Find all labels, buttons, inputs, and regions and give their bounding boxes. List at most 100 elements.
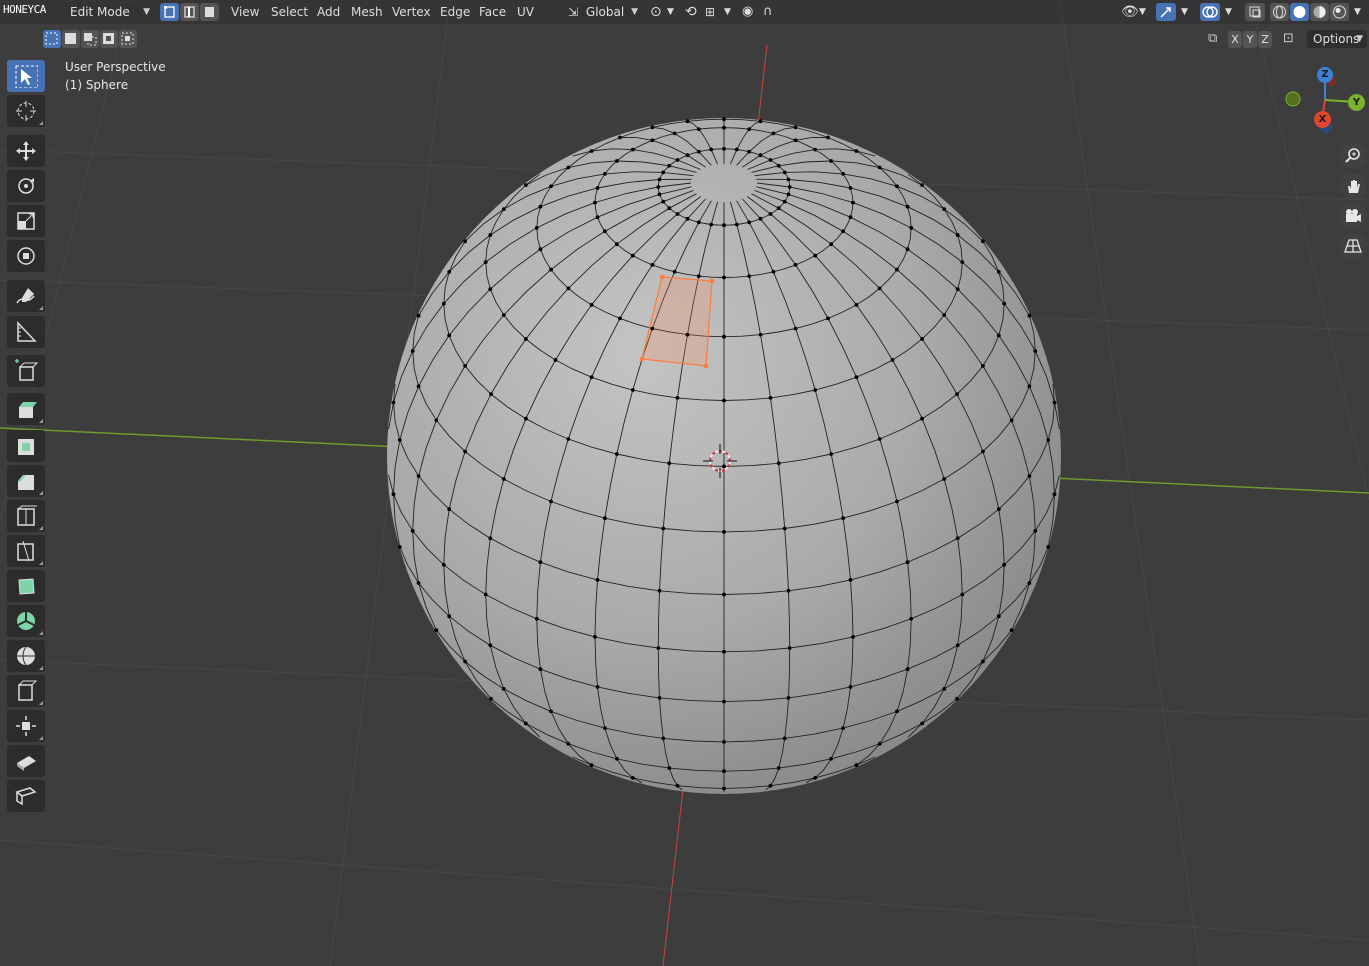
- mesh-vertex[interactable]: [1009, 628, 1014, 633]
- mesh-vertex[interactable]: [685, 216, 690, 221]
- mesh-vertex[interactable]: [942, 207, 947, 212]
- mesh-vertex[interactable]: [538, 204, 543, 209]
- mesh-vertex[interactable]: [614, 159, 619, 163]
- mirror-icon[interactable]: ⧉: [1208, 31, 1217, 46]
- mesh-vertex[interactable]: [813, 253, 818, 258]
- mesh-vertex[interactable]: [1002, 562, 1007, 567]
- menu-vertex[interactable]: Vertex: [392, 3, 431, 21]
- mesh-vertex[interactable]: [397, 545, 402, 549]
- mesh-vertex[interactable]: [877, 286, 882, 291]
- mesh-vertex[interactable]: [722, 530, 726, 534]
- edge-select-button[interactable]: [180, 3, 199, 21]
- chevron-down-icon[interactable]: ▼: [724, 3, 731, 21]
- mesh-vertex[interactable]: [758, 332, 763, 337]
- mesh-vertex[interactable]: [657, 177, 662, 182]
- mesh-vertex[interactable]: [534, 616, 539, 621]
- mesh-vertex[interactable]: [489, 392, 493, 396]
- tool-knife[interactable]: [7, 535, 45, 567]
- mesh-vertex[interactable]: [722, 592, 726, 597]
- gizmo-toggle-button[interactable]: [1156, 3, 1176, 21]
- mesh-vertex[interactable]: [768, 212, 773, 216]
- mesh-vertex[interactable]: [768, 783, 773, 788]
- mesh-vertex[interactable]: [877, 741, 882, 746]
- mesh-vertex[interactable]: [895, 267, 899, 272]
- mesh-vertex[interactable]: [675, 158, 680, 162]
- 3d-viewport[interactable]: HONEYCAM.ORG Edit Mode ▼ View Select Add…: [0, 0, 1369, 966]
- menu-edge[interactable]: Edge: [440, 3, 470, 21]
- mesh-vertex[interactable]: [538, 667, 543, 672]
- mirror-y-toggle[interactable]: Y: [1243, 31, 1257, 48]
- mesh-vertex[interactable]: [667, 461, 672, 466]
- mesh-vertex[interactable]: [920, 721, 924, 726]
- mesh-vertex[interactable]: [841, 229, 845, 234]
- gizmo-z-ball[interactable]: Z: [1317, 67, 1333, 83]
- mesh-vertex[interactable]: [776, 206, 781, 211]
- mesh-vertex[interactable]: [782, 736, 787, 741]
- mesh-vertex[interactable]: [595, 215, 600, 220]
- mesh-vertex[interactable]: [955, 643, 960, 648]
- options-dropdown[interactable]: Options ▼: [1307, 30, 1367, 48]
- overlay-toggle-button[interactable]: [1200, 3, 1220, 21]
- mesh-vertex[interactable]: [650, 138, 655, 143]
- mesh-vertex[interactable]: [841, 172, 845, 176]
- mesh-vertex[interactable]: [1052, 400, 1057, 405]
- mesh-vertex[interactable]: [1052, 492, 1057, 497]
- pan-button[interactable]: [1339, 173, 1367, 199]
- mesh-vertex[interactable]: [614, 756, 619, 761]
- mesh-vertex[interactable]: [1027, 313, 1032, 318]
- gizmo-y-ball[interactable]: Y: [1348, 94, 1365, 111]
- mesh-vertex[interactable]: [549, 499, 553, 504]
- chevron-down-icon[interactable]: ▼: [1181, 3, 1188, 21]
- mesh-vertex[interactable]: [722, 146, 726, 151]
- select-extend-button[interactable]: [62, 30, 80, 48]
- snap-toggle-icon[interactable]: ⟲: [685, 3, 697, 21]
- pivot-point-icon[interactable]: ⊙: [650, 3, 662, 21]
- mesh-vertex[interactable]: [685, 332, 690, 337]
- tool-cursor[interactable]: [7, 95, 45, 127]
- mesh-vertex[interactable]: [650, 263, 655, 267]
- mesh-vertex[interactable]: [722, 769, 726, 774]
- mesh-vertex[interactable]: [566, 437, 571, 441]
- mesh-vertex[interactable]: [747, 220, 752, 225]
- mesh-vertex[interactable]: [854, 763, 859, 767]
- mesh-vertex[interactable]: [1027, 384, 1032, 389]
- mesh-vertex[interactable]: [709, 222, 714, 227]
- mesh-vertex[interactable]: [1046, 438, 1051, 442]
- mesh-vertex[interactable]: [709, 147, 714, 152]
- mesh-vertex[interactable]: [758, 119, 763, 124]
- mesh-vertex[interactable]: [955, 696, 959, 701]
- mesh-vertex[interactable]: [501, 207, 506, 212]
- tool-shear[interactable]: [7, 745, 45, 777]
- tool-loop-cut[interactable]: [7, 500, 45, 532]
- mesh-vertex[interactable]: [534, 226, 539, 230]
- menu-add[interactable]: Add: [317, 3, 340, 21]
- mesh-vertex[interactable]: [1002, 301, 1007, 306]
- mesh-vertex[interactable]: [895, 709, 899, 714]
- mesh-vertex[interactable]: [538, 560, 543, 565]
- mesh-vertex[interactable]: [813, 388, 818, 392]
- mesh-vertex[interactable]: [416, 581, 421, 585]
- mesh-vertex[interactable]: [920, 337, 924, 341]
- mesh-vertex[interactable]: [566, 165, 571, 170]
- mesh-vertex[interactable]: [434, 628, 439, 633]
- mesh-vertex[interactable]: [793, 326, 798, 331]
- mesh-vertex[interactable]: [776, 461, 781, 466]
- select-subtract-button[interactable]: [81, 30, 99, 48]
- mesh-vertex[interactable]: [675, 212, 680, 216]
- mesh-vertex[interactable]: [722, 223, 726, 228]
- mesh-vertex[interactable]: [589, 149, 594, 153]
- proportional-edit-icon[interactable]: ◉: [742, 3, 753, 21]
- mesh-vertex[interactable]: [786, 177, 791, 182]
- mesh-vertex[interactable]: [463, 659, 467, 664]
- mesh-vertex[interactable]: [996, 507, 1001, 512]
- mesh-vertex[interactable]: [696, 149, 701, 154]
- select-new-button[interactable]: [43, 30, 61, 48]
- gizmo-x-ball[interactable]: X: [1314, 111, 1331, 128]
- tool-bevel[interactable]: [7, 465, 45, 497]
- mesh-vertex[interactable]: [890, 358, 895, 362]
- menu-select[interactable]: Select: [271, 3, 308, 21]
- mesh-vertex[interactable]: [603, 229, 607, 234]
- mesh-vertex[interactable]: [391, 400, 396, 405]
- mesh-vertex[interactable]: [829, 756, 834, 761]
- select-invert-button[interactable]: [100, 30, 118, 48]
